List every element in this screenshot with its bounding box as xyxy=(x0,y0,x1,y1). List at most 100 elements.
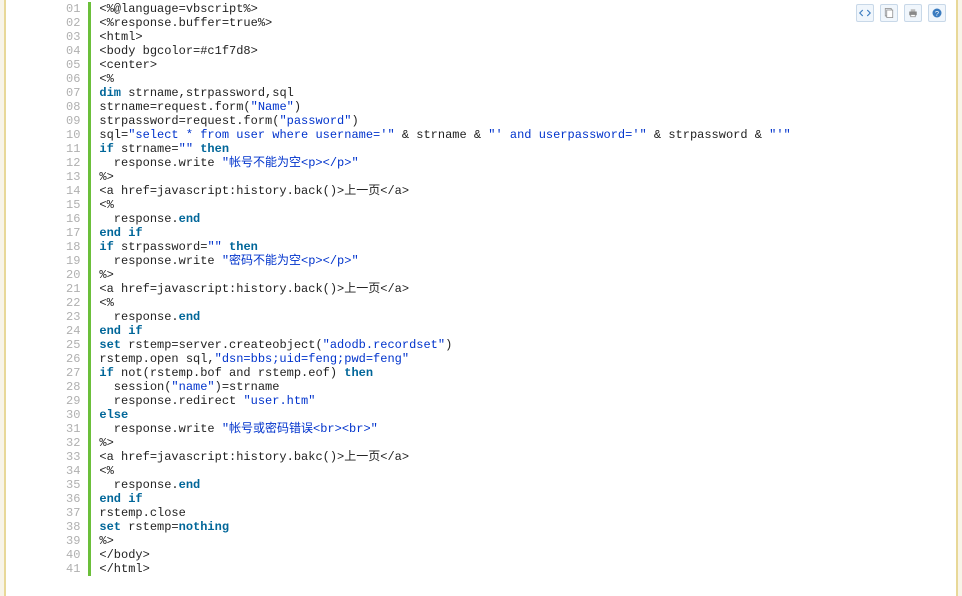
token-plain: <% xyxy=(99,296,113,310)
token-kw: if xyxy=(128,492,142,506)
token-str: "user.htm" xyxy=(243,394,315,408)
token-plain: strpassword= xyxy=(114,240,208,254)
code-line: <% xyxy=(99,198,790,212)
token-plain: response.write xyxy=(99,254,221,268)
help-button[interactable]: ? xyxy=(928,4,946,22)
code-line: response.write "帐号不能为空<p></p>" xyxy=(99,156,790,170)
copy-button[interactable] xyxy=(880,4,898,22)
code-line: <a href=javascript:history.back()>上一页</a… xyxy=(99,282,790,296)
token-plain: %> xyxy=(99,268,113,282)
token-plain: %> xyxy=(99,170,113,184)
line-number: 03 xyxy=(66,30,80,44)
code-line: <body bgcolor=#c1f7d8> xyxy=(99,44,790,58)
line-number: 07 xyxy=(66,86,80,100)
line-number: 31 xyxy=(66,422,80,436)
code-line: response.redirect "user.htm" xyxy=(99,394,790,408)
code-viewer-panel: ? 01020304050607080910111213141516171819… xyxy=(4,0,958,596)
code-line: if not(rstemp.bof and rstemp.eof) then xyxy=(99,366,790,380)
view-source-button[interactable] xyxy=(856,4,874,22)
token-kw: if xyxy=(99,142,113,156)
token-kw: then xyxy=(229,240,258,254)
code-line: dim strname,strpassword,sql xyxy=(99,86,790,100)
line-number: 25 xyxy=(66,338,80,352)
code-line: if strname="" then xyxy=(99,142,790,156)
token-plain: sql= xyxy=(99,128,128,142)
code-line: set rstemp=server.createobject("adodb.re… xyxy=(99,338,790,352)
code-line: response.write "帐号或密码错误<br><br>" xyxy=(99,422,790,436)
token-kw: set xyxy=(99,520,121,534)
token-plain: session( xyxy=(99,380,171,394)
code-line: response.write "密码不能为空<p></p>" xyxy=(99,254,790,268)
token-plain: not(rstemp.bof and rstemp.eof) xyxy=(114,366,344,380)
code-block: 0102030405060708091011121314151617181920… xyxy=(66,2,956,576)
token-plain: %> xyxy=(99,534,113,548)
token-str: "password" xyxy=(279,114,351,128)
code-line: </body> xyxy=(99,548,790,562)
print-button[interactable] xyxy=(904,4,922,22)
token-str: "name" xyxy=(171,380,214,394)
token-str: "'" xyxy=(769,128,791,142)
token-kw: end xyxy=(99,492,121,506)
token-kw: if xyxy=(99,366,113,380)
code-line: <html> xyxy=(99,30,790,44)
token-plain: %> xyxy=(99,436,113,450)
line-number: 13 xyxy=(66,170,80,184)
token-plain: ) xyxy=(445,338,452,352)
token-plain: <a href=javascript:history.bakc()>上一页</a… xyxy=(99,450,409,464)
line-number: 29 xyxy=(66,394,80,408)
line-number: 33 xyxy=(66,450,80,464)
token-plain: <% xyxy=(99,464,113,478)
token-plain: & strpassword & xyxy=(647,128,769,142)
token-kw: set xyxy=(99,338,121,352)
line-number: 02 xyxy=(66,16,80,30)
line-number: 27 xyxy=(66,366,80,380)
code-line: <%response.buffer=true%> xyxy=(99,16,790,30)
token-kw: nothing xyxy=(179,520,229,534)
code-line: rstemp.open sql,"dsn=bbs;uid=feng;pwd=fe… xyxy=(99,352,790,366)
token-plain: <html> xyxy=(99,30,142,44)
line-number: 32 xyxy=(66,436,80,450)
line-number: 30 xyxy=(66,408,80,422)
token-kw: then xyxy=(200,142,229,156)
token-plain: <body bgcolor=#c1f7d8> xyxy=(99,44,257,58)
line-number: 36 xyxy=(66,492,80,506)
line-number: 19 xyxy=(66,254,80,268)
token-plain: rstemp=server.createobject( xyxy=(121,338,323,352)
code-line: </html> xyxy=(99,562,790,576)
help-icon: ? xyxy=(931,7,943,19)
line-number: 26 xyxy=(66,352,80,366)
token-plain: <%@language=vbscript%> xyxy=(99,2,257,16)
token-plain: strname= xyxy=(114,142,179,156)
line-number: 23 xyxy=(66,310,80,324)
token-plain: rstemp= xyxy=(121,520,179,534)
code-line: <a href=javascript:history.bakc()>上一页</a… xyxy=(99,450,790,464)
code-line: response.end xyxy=(99,478,790,492)
token-plain: <a href=javascript:history.back()>上一页</a… xyxy=(99,282,409,296)
line-number: 01 xyxy=(66,2,80,16)
code-line: <% xyxy=(99,296,790,310)
token-str: "帐号不能为空<p></p>" xyxy=(222,156,359,170)
token-plain: )=strname xyxy=(215,380,280,394)
token-plain: <center> xyxy=(99,58,157,72)
code-line: <%@language=vbscript%> xyxy=(99,2,790,16)
line-number: 09 xyxy=(66,114,80,128)
token-kw: end xyxy=(179,310,201,324)
line-number: 15 xyxy=(66,198,80,212)
line-number: 34 xyxy=(66,464,80,478)
token-plain: <% xyxy=(99,198,113,212)
code-line: set rstemp=nothing xyxy=(99,520,790,534)
token-str: "adodb.recordset" xyxy=(323,338,445,352)
code-line: else xyxy=(99,408,790,422)
line-number: 41 xyxy=(66,562,80,576)
code-line: rstemp.close xyxy=(99,506,790,520)
token-kw: dim xyxy=(99,86,121,100)
line-number: 21 xyxy=(66,282,80,296)
token-kw: if xyxy=(128,324,142,338)
token-plain: & strname & xyxy=(395,128,489,142)
line-number: 20 xyxy=(66,268,80,282)
code-content[interactable]: <%@language=vbscript%><%response.buffer=… xyxy=(91,2,790,576)
svg-text:?: ? xyxy=(935,9,939,18)
code-line: end if xyxy=(99,226,790,240)
token-kw: end xyxy=(99,324,121,338)
token-str: "Name" xyxy=(251,100,294,114)
